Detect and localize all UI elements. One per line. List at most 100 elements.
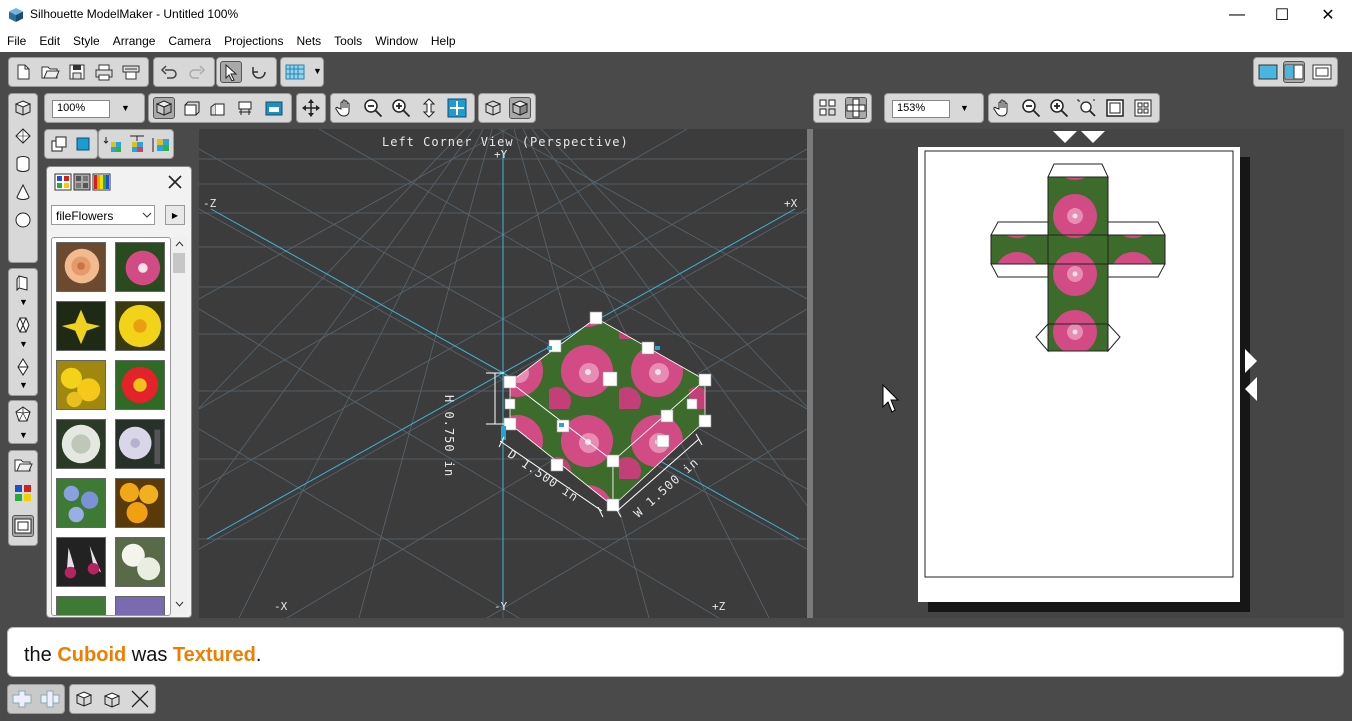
viewport-2d[interactable] (813, 129, 1344, 618)
front-view-button[interactable] (180, 97, 202, 119)
bipyramid-dropdown-icon[interactable]: ▼ (19, 380, 28, 390)
pan-button[interactable] (334, 97, 356, 119)
menu-window[interactable]: Window (368, 34, 424, 48)
duplicate-button[interactable] (48, 133, 70, 155)
wireframe-mode-button[interactable] (482, 97, 504, 119)
undo-button[interactable] (158, 61, 180, 83)
menu-style[interactable]: Style (66, 34, 106, 48)
open-library-button[interactable] (12, 454, 34, 476)
scroll-down-icon[interactable] (175, 601, 184, 607)
texture-thumb-red-gerbera[interactable] (115, 360, 165, 410)
flatten-button[interactable] (101, 688, 123, 710)
fit-page-button[interactable] (1104, 97, 1126, 119)
cylinder-tool-button[interactable] (12, 153, 34, 175)
sphere-tool-button[interactable] (12, 209, 34, 231)
side-view-button[interactable] (207, 97, 229, 119)
maximize-button[interactable]: ☐ (1259, 0, 1305, 30)
page-zoom-out-button[interactable] (1020, 97, 1042, 119)
layout-split-button[interactable] (1283, 61, 1305, 83)
bipyramid-tool-button[interactable] (12, 356, 34, 378)
texture-thumb-pink-flower[interactable] (115, 242, 165, 292)
menu-nets[interactable]: Nets (289, 34, 327, 48)
polyhedron-tool-button[interactable] (12, 404, 34, 426)
antiprism-dropdown-icon[interactable]: ▼ (19, 339, 28, 349)
join-net-button[interactable] (39, 688, 61, 710)
library-scrollbar[interactable] (171, 237, 187, 614)
texture-thumb-yellow-flower[interactable] (115, 301, 165, 351)
menu-file[interactable]: File (0, 34, 32, 48)
texture-thumb-green-leaves[interactable] (56, 596, 106, 616)
viewport-3d[interactable]: Left Corner View (Perspective) +Y -Z +X … (199, 129, 807, 618)
page-next-icon[interactable] (1245, 349, 1257, 373)
library-view-buttons[interactable] (53, 171, 113, 193)
texture-thumb-blue-flowers[interactable] (56, 478, 106, 528)
cube-tool-button[interactable] (12, 97, 34, 119)
texture-thumb-marigolds[interactable] (115, 478, 165, 528)
cone-tool-button[interactable] (12, 181, 34, 203)
redo-button[interactable] (186, 61, 208, 83)
close-panel-button[interactable] (164, 171, 186, 193)
page-pan-button[interactable] (992, 97, 1014, 119)
texture-thumb-daffodils[interactable] (56, 360, 106, 410)
menu-camera[interactable]: Camera (161, 34, 217, 48)
fold-all-button[interactable] (73, 688, 95, 710)
library-menu-button[interactable]: ▶ (165, 205, 185, 225)
camera-view-button[interactable] (263, 97, 285, 119)
page-panel-button[interactable] (12, 515, 34, 537)
layout-3d-only-button[interactable] (1257, 61, 1279, 83)
select-tool-button[interactable] (220, 61, 242, 83)
zoom3d-select[interactable]: 100% (52, 100, 110, 118)
print-setup-button[interactable] (120, 61, 142, 83)
perspective-view-button[interactable] (153, 97, 175, 119)
page-up-icon[interactable] (1053, 131, 1077, 143)
scroll-thumb[interactable] (173, 253, 185, 273)
page-down-icon[interactable] (1081, 131, 1105, 143)
layout-2d-only-button[interactable] (1311, 61, 1333, 83)
arrange-nets-button[interactable] (817, 97, 839, 119)
texture-library-button[interactable] (12, 482, 34, 504)
fill-button[interactable] (72, 133, 94, 155)
top-view-button[interactable] (234, 97, 256, 119)
antiprism-tool-button[interactable] (12, 314, 34, 336)
close-button[interactable]: ✕ (1305, 0, 1351, 30)
menu-help[interactable]: Help (424, 34, 462, 48)
save-button[interactable] (66, 61, 88, 83)
scroll-up-icon[interactable] (175, 241, 184, 247)
texture-thumb-yellow-daffodil[interactable] (56, 301, 106, 351)
map-texture-wrap-button[interactable] (150, 133, 172, 155)
menu-projections[interactable]: Projections (217, 34, 289, 48)
new-file-button[interactable] (12, 61, 34, 83)
fit-nets-button[interactable] (1132, 97, 1154, 119)
grid-dropdown-icon[interactable]: ▼ (313, 66, 322, 76)
page-zoom-in-button[interactable] (1048, 97, 1070, 119)
texture-thumb-white-flower[interactable] (115, 419, 165, 469)
polyhedron-dropdown-icon[interactable]: ▼ (19, 430, 28, 440)
zoom2d-select[interactable]: 153% (892, 100, 950, 118)
delete-net-button[interactable] (129, 688, 151, 710)
texture-thumb-purple-flowers[interactable] (115, 596, 165, 616)
move-button[interactable] (300, 97, 322, 119)
fit-view-button[interactable] (446, 97, 468, 119)
menu-arrange[interactable]: Arrange (106, 34, 162, 48)
zoom-in-button[interactable] (390, 97, 412, 119)
dolly-button[interactable] (418, 97, 440, 119)
pyramid-tool-button[interactable] (12, 125, 34, 147)
unfold-net-button[interactable] (11, 688, 33, 710)
textured-cuboid[interactable] (199, 129, 807, 618)
map-texture-object-button[interactable] (126, 133, 148, 155)
texture-thumb-fuchsia[interactable] (56, 537, 106, 587)
zoom2d-dropdown-icon[interactable]: ▼ (960, 103, 969, 113)
more-primitives-button[interactable] (12, 237, 34, 259)
menu-tools[interactable]: Tools (327, 34, 368, 48)
open-button[interactable] (39, 61, 61, 83)
menu-edit[interactable]: Edit (32, 34, 66, 48)
minimize-button[interactable]: — (1214, 0, 1260, 30)
library-select[interactable]: fileFlowers (51, 205, 155, 225)
zoom3d-dropdown-icon[interactable]: ▼ (121, 103, 130, 113)
texture-thumb-white-blossoms[interactable] (115, 537, 165, 587)
print-button[interactable] (93, 61, 115, 83)
texture-thumb-peach-rose[interactable] (56, 242, 106, 292)
zoom-out-button[interactable] (362, 97, 384, 119)
grid-button[interactable] (284, 61, 306, 83)
prism-dropdown-icon[interactable]: ▼ (19, 297, 28, 307)
